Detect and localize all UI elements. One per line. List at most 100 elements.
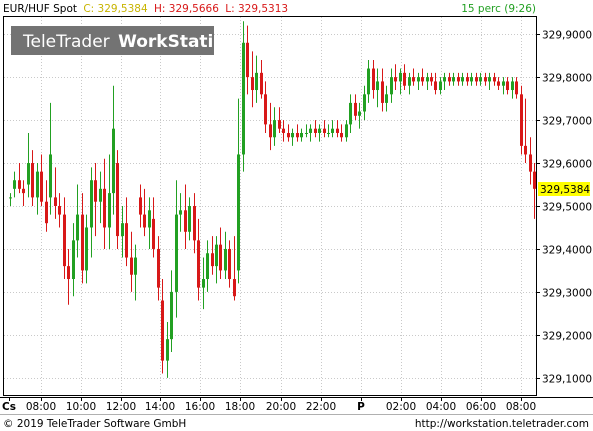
candle-body	[412, 77, 415, 82]
candle-body	[331, 128, 334, 133]
candle-body	[385, 94, 388, 103]
candle-body	[251, 77, 254, 91]
candle-body	[372, 68, 375, 91]
x-tick-label: Cs	[2, 401, 16, 413]
candle-body	[219, 244, 222, 271]
candle-body	[76, 214, 79, 241]
candle-body	[143, 214, 146, 228]
candle-body	[336, 128, 339, 133]
candle-body	[493, 77, 496, 82]
candle-body	[394, 77, 397, 82]
candle-body	[103, 188, 106, 228]
candle-body	[233, 279, 236, 297]
x-tick-label: 04:00	[426, 401, 456, 413]
candle-body	[72, 240, 75, 280]
candle-body	[282, 128, 285, 133]
candle-body	[502, 81, 505, 86]
candle-body	[67, 266, 70, 280]
candle-body	[511, 81, 514, 91]
candle-body	[488, 77, 491, 82]
candle-body	[417, 77, 420, 82]
candle-body	[264, 94, 267, 125]
candle-body	[452, 77, 455, 82]
candle-body	[497, 81, 500, 86]
candle-body	[296, 132, 299, 138]
candle-body	[94, 180, 97, 202]
y-tick-label: 329,7000	[542, 116, 592, 128]
x-tick-label: 08:00	[26, 401, 56, 413]
candle-body	[54, 197, 57, 206]
x-tick-label: 12:00	[106, 401, 136, 413]
candle	[520, 85, 523, 155]
candle-body	[49, 154, 52, 198]
candle-body	[18, 180, 21, 189]
y-tick-label: 329,6000	[542, 159, 592, 171]
x-tick-label: 18:00	[225, 401, 255, 413]
candle-body	[470, 77, 473, 82]
price-axis: 329,9000 329,8000 329,7000 329,6000 329,5000…	[536, 30, 592, 386]
x-tick-label: 14:00	[145, 401, 175, 413]
chart-window: EUR/HUF Spot C: 329,5384 H: 329,5666 L: …	[0, 0, 593, 431]
last-price-tag: 329,5384	[540, 184, 590, 196]
footer-url[interactable]: http://workstation.teletrader.com	[415, 418, 589, 430]
candle-body	[179, 210, 182, 215]
close-value: 329,5384	[98, 3, 148, 15]
candle-body	[408, 77, 411, 86]
y-tick-label: 329,4000	[542, 245, 592, 257]
candle-body	[90, 180, 93, 228]
candle-body	[188, 206, 191, 232]
x-tick-label: P	[357, 401, 365, 413]
x-tick-label: 20:00	[266, 401, 296, 413]
candle-body	[175, 214, 178, 292]
y-tick-label: 329,5000	[542, 202, 592, 214]
candle	[242, 21, 245, 172]
candle-body	[484, 77, 487, 82]
candle-body	[376, 81, 379, 91]
candle-body	[345, 124, 348, 138]
candle-body	[237, 154, 240, 271]
candle-body	[99, 188, 102, 202]
candle-body	[340, 132, 343, 138]
candle-body	[40, 171, 43, 202]
candle-body	[314, 128, 317, 133]
candle-body	[112, 128, 115, 194]
candle-body	[273, 120, 276, 138]
svg-text:TeleTrader WorkStation: TeleTrader WorkStation	[22, 32, 237, 52]
candle-body	[130, 257, 133, 275]
x-tick-label: 06:00	[466, 401, 496, 413]
candle-body	[202, 279, 205, 288]
candle-body	[524, 145, 527, 155]
y-tick-label: 329,9000	[542, 30, 592, 42]
watermark-product: WorkStation	[118, 32, 237, 52]
candle-body	[291, 132, 294, 138]
candle-body	[430, 77, 433, 82]
candle-body	[211, 253, 214, 267]
watermark-brand: TeleTrader	[22, 32, 110, 52]
candle-body	[479, 77, 482, 82]
candle-body	[448, 77, 451, 82]
candle-body	[381, 81, 384, 103]
candle-body	[242, 42, 245, 155]
candle-body	[403, 72, 406, 86]
candle-body	[354, 102, 357, 116]
candle-body	[515, 81, 518, 95]
candle-body	[399, 72, 402, 82]
candle-body	[426, 77, 429, 82]
candle-body	[139, 197, 142, 215]
candle-body	[206, 253, 209, 280]
candle-body	[421, 77, 424, 82]
candle-body	[45, 201, 48, 224]
y-tick-label: 329,8000	[542, 73, 592, 85]
candle-body	[367, 68, 370, 95]
candle-body	[327, 132, 330, 134]
candle-body	[22, 188, 25, 194]
candle-body	[269, 124, 272, 138]
candle-body	[533, 171, 536, 189]
candle-body	[116, 163, 119, 237]
candle-body	[58, 206, 61, 215]
candle-body	[349, 102, 352, 125]
candle-body	[434, 81, 437, 91]
candle-body	[81, 214, 84, 271]
candle-body	[305, 132, 308, 134]
candle-body	[363, 94, 366, 112]
